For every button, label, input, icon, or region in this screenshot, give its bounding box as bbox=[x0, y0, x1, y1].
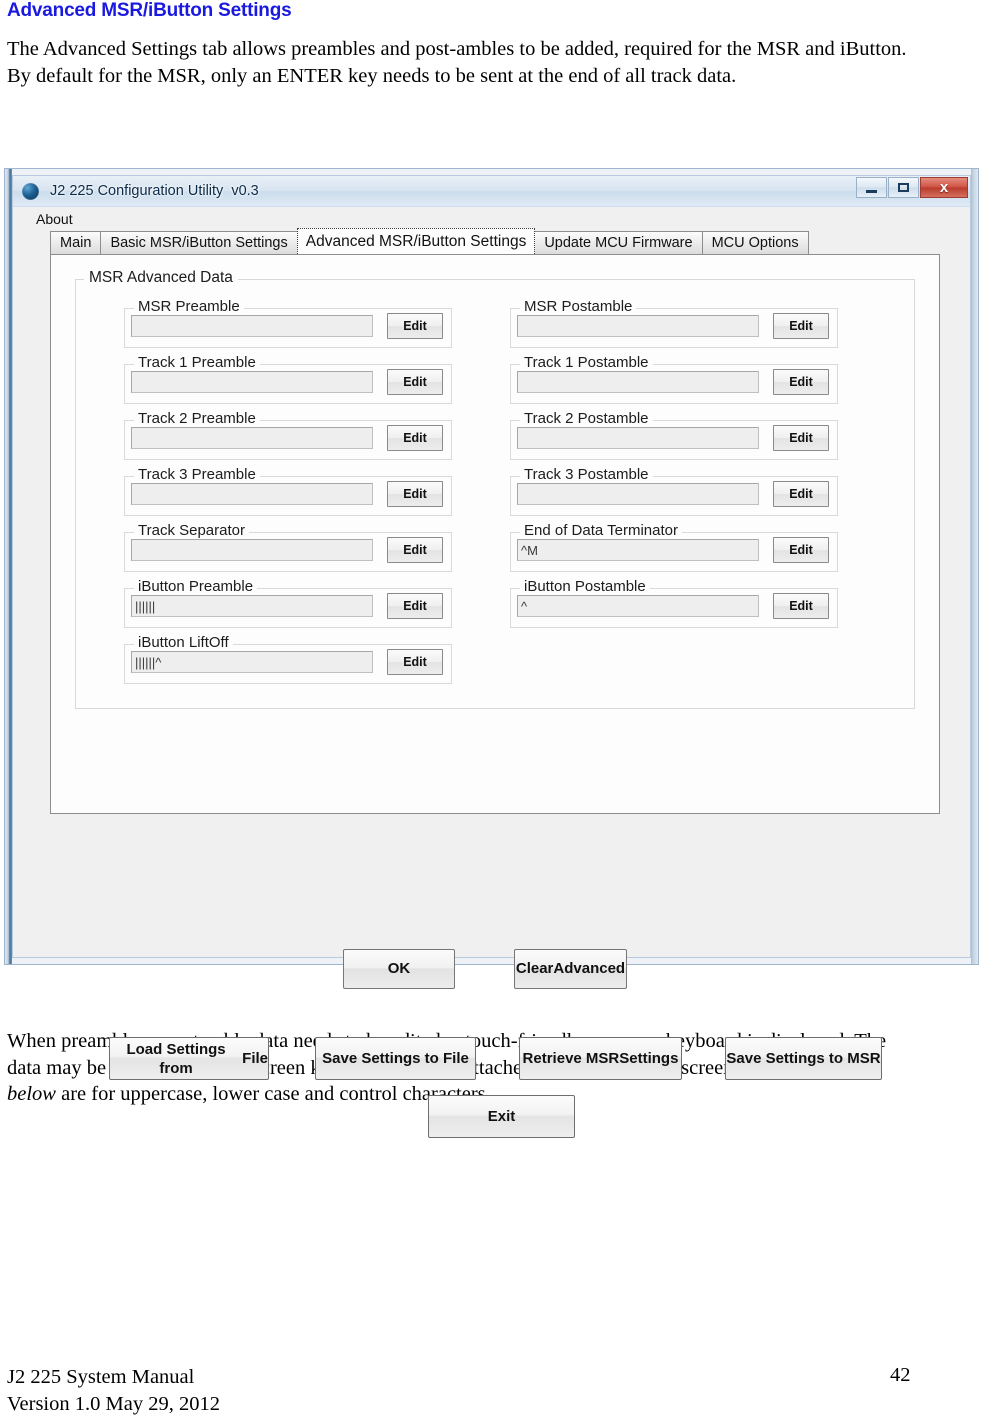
ok-button[interactable]: OK bbox=[343, 949, 455, 989]
window-titlebar: J2 225 Configuration Utility v0.3 x bbox=[12, 175, 971, 206]
retrieve-msr-settings-button[interactable]: Retrieve MSR Settings bbox=[519, 1037, 682, 1080]
edit-button-ibutton-postamble[interactable]: Edit bbox=[773, 593, 829, 619]
tab-page-advanced: MSR Advanced Data MSR Preamble Edit Trac… bbox=[50, 254, 940, 814]
field-label: iButton LiftOff bbox=[134, 634, 233, 651]
edit-button-ibutton-preamble[interactable]: Edit bbox=[387, 593, 443, 619]
field-label: iButton Preamble bbox=[134, 578, 258, 595]
field-msr-postamble: MSR Postamble Edit bbox=[510, 298, 838, 348]
edit-button-end-of-data-terminator[interactable]: Edit bbox=[773, 537, 829, 563]
edit-button-track-1-preamble[interactable]: Edit bbox=[387, 369, 443, 395]
load-settings-from-file-button[interactable]: Load Settings from File bbox=[109, 1037, 269, 1080]
msr-preamble-input[interactable] bbox=[131, 315, 373, 337]
clear-advanced-line2: Advanced bbox=[553, 960, 626, 977]
msr-postamble-input[interactable] bbox=[517, 315, 759, 337]
field-msr-preamble: MSR Preamble Edit bbox=[124, 298, 452, 348]
window-title: J2 225 Configuration Utility v0.3 bbox=[50, 183, 259, 199]
field-label: MSR Postamble bbox=[520, 298, 637, 315]
retrieve-msr-line2: Settings bbox=[619, 1050, 679, 1067]
edit-button-track-1-postamble[interactable]: Edit bbox=[773, 369, 829, 395]
field-ibutton-postamble: iButton Postamble ^ Edit bbox=[510, 578, 838, 628]
ibutton-postamble-input[interactable]: ^ bbox=[517, 595, 759, 617]
field-label: Track 2 Postamble bbox=[520, 410, 653, 427]
app-globe-icon bbox=[22, 182, 39, 200]
edit-button-track-3-postamble[interactable]: Edit bbox=[773, 481, 829, 507]
field-label: Track 1 Postamble bbox=[520, 354, 653, 371]
window-client-area: About Main Basic MSR/iButton Settings Ad… bbox=[12, 206, 971, 1138]
tabstrip: Main Basic MSR/iButton Settings Advanced… bbox=[50, 228, 970, 254]
ibutton-liftoff-input[interactable]: ||||||^ bbox=[131, 651, 373, 673]
field-track-3-preamble: Track 3 Preamble Edit bbox=[124, 466, 452, 516]
field-label: Track 1 Preamble bbox=[134, 354, 260, 371]
field-track-2-postamble: Track 2 Postamble Edit bbox=[510, 410, 838, 460]
tab-advanced-msr-ibutton-settings[interactable]: Advanced MSR/iButton Settings bbox=[296, 228, 536, 254]
field-ibutton-preamble: iButton Preamble |||||| Edit bbox=[124, 578, 452, 628]
field-label: MSR Preamble bbox=[134, 298, 244, 315]
maximize-icon bbox=[898, 183, 909, 192]
edit-button-track-2-postamble[interactable]: Edit bbox=[773, 425, 829, 451]
field-label: End of Data Terminator bbox=[520, 522, 682, 539]
track-2-preamble-input[interactable] bbox=[131, 427, 373, 449]
tab-main[interactable]: Main bbox=[50, 231, 102, 254]
track-1-preamble-input[interactable] bbox=[131, 371, 373, 393]
save-settings-to-file-button[interactable]: Save Settings to File bbox=[315, 1037, 476, 1080]
groupbox-title: MSR Advanced Data bbox=[84, 269, 238, 287]
field-track-3-postamble: Track 3 Postamble Edit bbox=[510, 466, 838, 516]
load-settings-line1: Load Settings from bbox=[126, 1040, 226, 1077]
field-track-separator: Track Separator Edit bbox=[124, 522, 452, 572]
field-ibutton-liftoff: iButton LiftOff ||||||^ Edit bbox=[124, 634, 452, 684]
field-track-1-postamble: Track 1 Postamble Edit bbox=[510, 354, 838, 404]
edit-button-track-separator[interactable]: Edit bbox=[387, 537, 443, 563]
groupbox-msr-advanced-data: MSR Advanced Data MSR Preamble Edit Trac… bbox=[75, 269, 915, 709]
tab-basic-msr-ibutton-settings[interactable]: Basic MSR/iButton Settings bbox=[100, 231, 298, 254]
ibutton-preamble-input[interactable]: |||||| bbox=[131, 595, 373, 617]
intro-paragraph: The Advanced Settings tab allows preambl… bbox=[7, 38, 907, 87]
field-end-of-data-terminator: End of Data Terminator ^M Edit bbox=[510, 522, 838, 572]
window-controls: x bbox=[855, 177, 968, 198]
close-icon: x bbox=[939, 179, 949, 196]
tab-mcu-options[interactable]: MCU Options bbox=[701, 231, 809, 254]
menu-item-about[interactable]: About bbox=[32, 210, 77, 228]
page-number: 42 bbox=[890, 1364, 911, 1386]
page-title: Advanced MSR/iButton Settings bbox=[7, 0, 292, 21]
field-label: Track 3 Preamble bbox=[134, 466, 260, 483]
edit-button-msr-preamble[interactable]: Edit bbox=[387, 313, 443, 339]
menubar: About bbox=[13, 207, 970, 230]
track-2-postamble-input[interactable] bbox=[517, 427, 759, 449]
edit-button-ibutton-liftoff[interactable]: Edit bbox=[387, 649, 443, 675]
footer: J2 225 System Manual Version 1.0 May 29,… bbox=[7, 1364, 220, 1418]
field-label: iButton Postamble bbox=[520, 578, 650, 595]
track-3-preamble-input[interactable] bbox=[131, 483, 373, 505]
edit-button-track-2-preamble[interactable]: Edit bbox=[387, 425, 443, 451]
maximize-button[interactable] bbox=[888, 177, 919, 198]
close-button[interactable]: x bbox=[920, 177, 968, 198]
application-window-screenshot: J2 225 Configuration Utility v0.3 x Abou… bbox=[4, 168, 979, 1138]
edit-button-msr-postamble[interactable]: Edit bbox=[773, 313, 829, 339]
track-3-postamble-input[interactable] bbox=[517, 483, 759, 505]
save-settings-to-msr-button[interactable]: Save Settings to MSR bbox=[725, 1037, 882, 1080]
field-track-1-preamble: Track 1 Preamble Edit bbox=[124, 354, 452, 404]
end-of-data-terminator-input[interactable]: ^M bbox=[517, 539, 759, 561]
edit-button-track-3-preamble[interactable]: Edit bbox=[387, 481, 443, 507]
clear-advanced-line1: Clear bbox=[515, 960, 554, 977]
field-track-2-preamble: Track 2 Preamble Edit bbox=[124, 410, 452, 460]
load-settings-line2: File bbox=[242, 1050, 268, 1067]
track-separator-input[interactable] bbox=[131, 539, 373, 561]
tab-update-mcu-firmware[interactable]: Update MCU Firmware bbox=[534, 231, 703, 254]
footer-line-1: J2 225 System Manual bbox=[7, 1366, 195, 1388]
following-paragraph-part2: are for uppercase, lower case and contro… bbox=[55, 1083, 491, 1105]
minimize-icon bbox=[866, 189, 877, 193]
field-label: Track Separator bbox=[134, 522, 249, 539]
footer-line-2: Version 1.0 May 29, 2012 bbox=[7, 1393, 220, 1415]
field-label: Track 2 Preamble bbox=[134, 410, 260, 427]
retrieve-msr-line1: Retrieve MSR bbox=[522, 1050, 620, 1067]
track-1-postamble-input[interactable] bbox=[517, 371, 759, 393]
minimize-button[interactable] bbox=[856, 177, 887, 198]
clear-advanced-button[interactable]: Clear Advanced bbox=[514, 949, 627, 989]
field-label: Track 3 Postamble bbox=[520, 466, 653, 483]
exit-button[interactable]: Exit bbox=[428, 1095, 575, 1138]
